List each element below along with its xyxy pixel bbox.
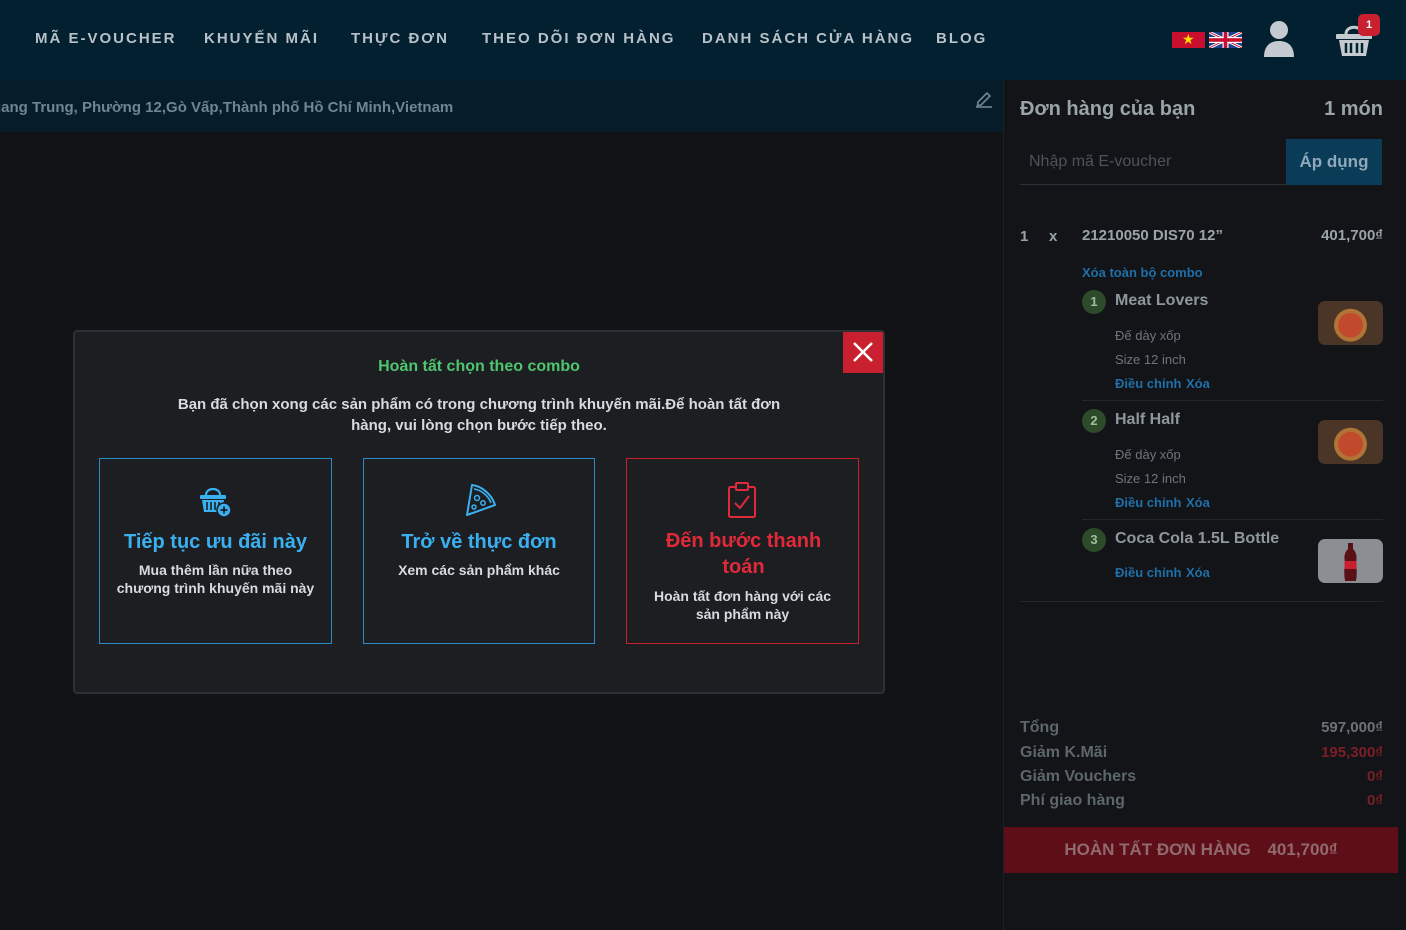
- continue-promotion-subtitle: Mua thêm lần nữa theo chương trình khuyế…: [116, 562, 315, 596]
- promo-discount-label: Giảm K.Mãi: [1020, 744, 1108, 761]
- modal-description: Bạn đã chọn xong các sản phẩm có trong c…: [177, 396, 781, 434]
- coke-bottle-thumbnail: [1318, 539, 1383, 583]
- voucher-discount-label: Giảm Vouchers: [1020, 768, 1137, 785]
- edit-icon[interactable]: [974, 88, 994, 108]
- modal-title: Hoàn tất chọn theo combo: [378, 358, 580, 375]
- item-adjust-link[interactable]: Điều chỉnh: [1115, 495, 1181, 510]
- item-name: Half Half: [1115, 411, 1180, 428]
- item-divider: [1082, 519, 1383, 520]
- nav-item-blog[interactable]: BLOG: [936, 30, 987, 47]
- go-to-checkout-option[interactable]: Đến bước thanh toán Hoàn tất đơn hàng vớ…: [626, 458, 859, 644]
- delivery-address: uang Trung, Phường 12,Gò Vấp,Thành phố H…: [0, 99, 454, 116]
- flag-vietnam-icon[interactable]: ★: [1172, 31, 1205, 48]
- item-crust: Đế dày xốp: [1115, 447, 1181, 462]
- back-to-menu-title: Trở về thực đơn: [401, 531, 557, 553]
- item-remove-link[interactable]: Xóa: [1186, 376, 1210, 391]
- total-label: Tổng: [1020, 719, 1060, 736]
- user-icon[interactable]: [1262, 20, 1296, 58]
- top-nav: MÃ E-VOUCHER KHUYẾN MÃI THỰC ĐƠN THEO DÕ…: [0, 0, 1406, 80]
- item-remove-link[interactable]: Xóa: [1186, 495, 1210, 510]
- delivery-address-bar: uang Trung, Phường 12,Gò Vấp,Thành phố H…: [0, 80, 1003, 132]
- pizza-thumbnail: [1318, 420, 1383, 464]
- item-size: Size 12 inch: [1115, 352, 1186, 367]
- order-title: Đơn hàng của bạn: [1020, 98, 1196, 120]
- item-size: Size 12 inch: [1115, 471, 1186, 486]
- combo-multiply-sign: x: [1049, 228, 1058, 245]
- item-adjust-link[interactable]: Điều chỉnh: [1115, 376, 1181, 391]
- flag-uk-icon[interactable]: [1209, 32, 1242, 48]
- combo-name: 21210050 DIS70 12”: [1082, 227, 1223, 244]
- pizza-thumbnail: [1318, 301, 1383, 345]
- continue-promotion-title: Tiếp tục ưu đãi này: [123, 531, 308, 553]
- clipboard-check-icon: [728, 482, 756, 518]
- remove-combo-link[interactable]: Xóa toàn bộ combo: [1082, 265, 1203, 280]
- item-step-number: 1: [1082, 290, 1106, 314]
- pizza-slice-icon: [466, 484, 496, 516]
- item-name: Meat Lovers: [1115, 292, 1209, 309]
- item-step-number: 3: [1082, 528, 1106, 552]
- item-divider: [1082, 400, 1383, 401]
- apply-voucher-button[interactable]: Áp dụng: [1286, 139, 1382, 185]
- items-divider: [1020, 601, 1383, 602]
- item-remove-link[interactable]: Xóa: [1186, 565, 1210, 580]
- continue-promotion-option[interactable]: Tiếp tục ưu đãi này Mua thêm lần nữa the…: [99, 458, 332, 644]
- back-to-menu-option[interactable]: Trở về thực đơn Xem các sản phẩm khác: [363, 458, 595, 644]
- nav-item-promotions[interactable]: KHUYẾN MÃI: [204, 30, 319, 47]
- item-step-number: 2: [1082, 409, 1106, 433]
- complete-order-button[interactable]: HOÀN TẤT ĐƠN HÀNG 401,700₫: [1004, 827, 1398, 873]
- delivery-fee-value: 0₫: [1366, 792, 1383, 809]
- total-value: 597,000₫: [1321, 719, 1383, 736]
- combo-price: 401,700₫: [1321, 227, 1383, 244]
- voucher-discount-value: 0₫: [1366, 768, 1383, 785]
- delivery-fee-label: Phí giao hàng: [1020, 792, 1125, 809]
- order-item-count: 1 món: [1324, 98, 1383, 120]
- item-crust: Đế dày xốp: [1115, 328, 1181, 343]
- basket-add-icon: [200, 487, 232, 518]
- nav-item-e-voucher[interactable]: MÃ E-VOUCHER: [35, 30, 177, 47]
- nav-item-order-tracking[interactable]: THEO DÕI ĐƠN HÀNG: [482, 30, 675, 47]
- back-to-menu-subtitle: Xem các sản phẩm khác: [398, 562, 560, 578]
- item-name: Coca Cola 1.5L Bottle: [1115, 530, 1280, 547]
- cart-count-badge: 1: [1358, 14, 1380, 36]
- voucher-input[interactable]: [1020, 139, 1286, 185]
- go-to-checkout-subtitle: Hoàn tất đơn hàng với các sản phẩm này: [653, 588, 832, 622]
- nav-item-store-list[interactable]: DANH SÁCH CỬA HÀNG: [702, 30, 914, 47]
- nav-item-menu[interactable]: THỰC ĐƠN: [351, 30, 449, 47]
- complete-order-total: 401,700₫: [1267, 840, 1338, 859]
- combo-quantity: 1: [1020, 228, 1029, 245]
- item-adjust-link[interactable]: Điều chỉnh: [1115, 565, 1181, 580]
- complete-order-label: HOÀN TẤT ĐƠN HÀNG: [1064, 840, 1251, 859]
- go-to-checkout-title: Đến bước thanh toán: [665, 530, 822, 578]
- promo-discount-value: 195,300₫: [1321, 744, 1383, 761]
